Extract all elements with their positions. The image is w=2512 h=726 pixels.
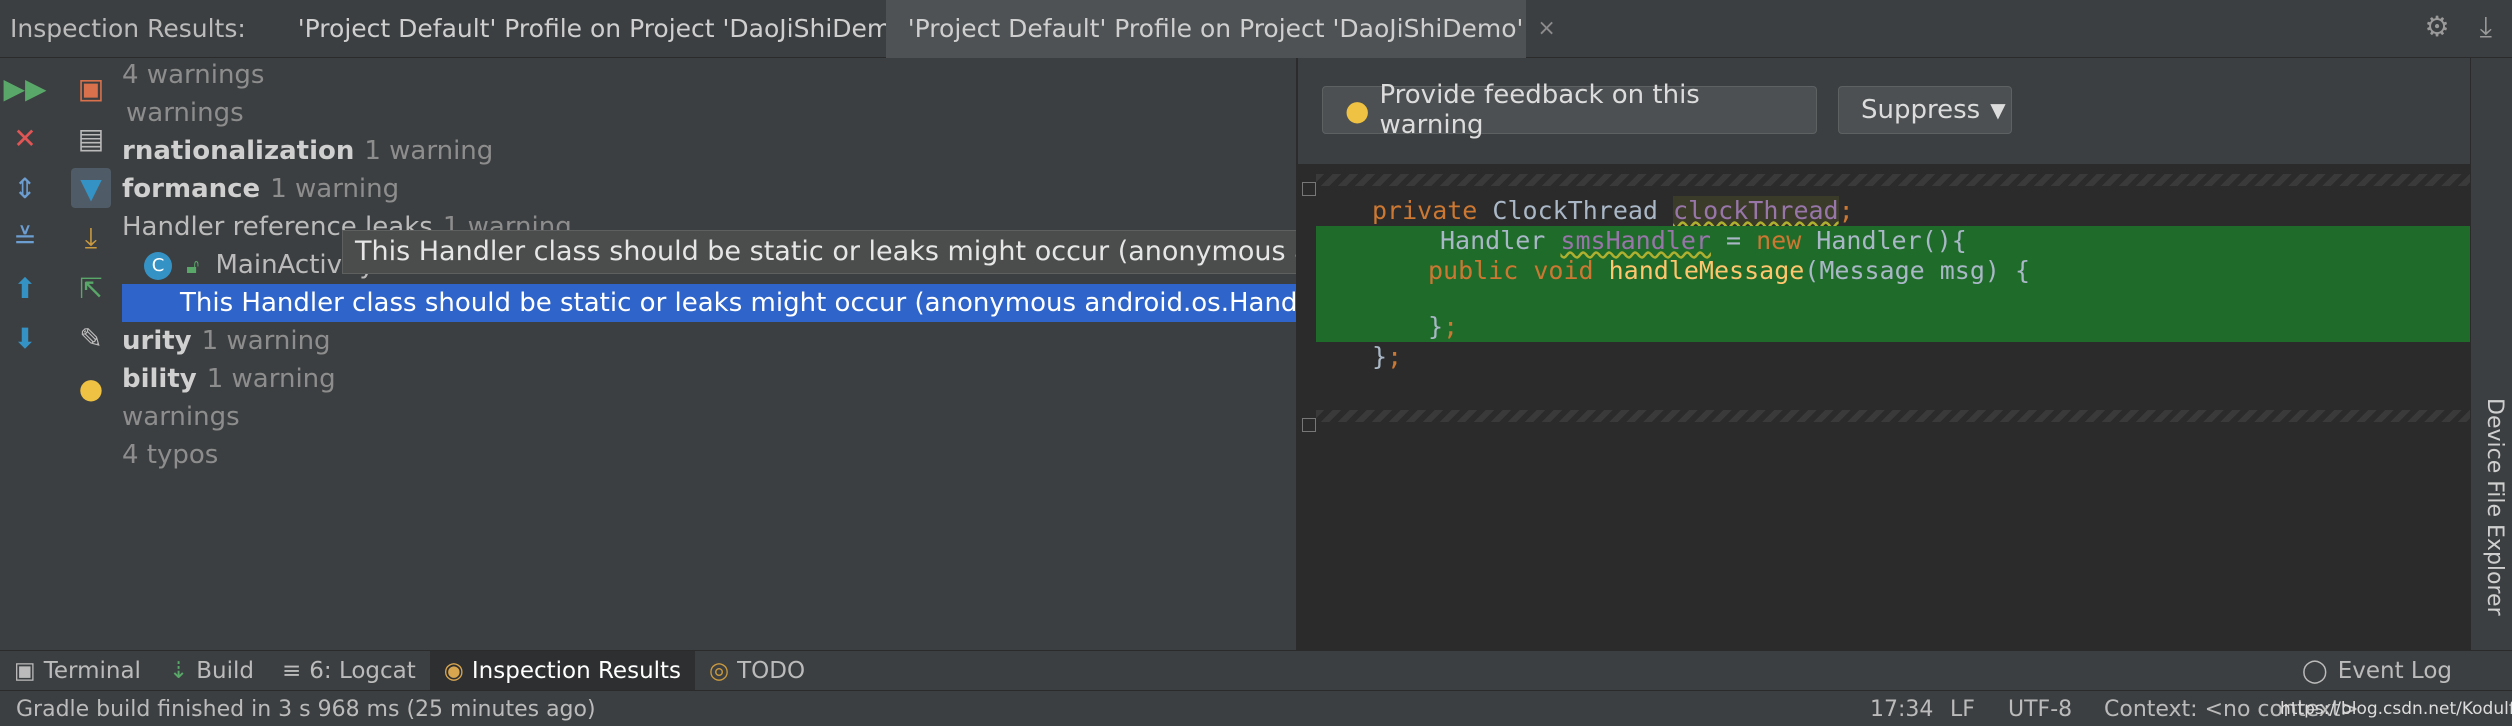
tool-window-bar: ▣ Terminal ⇣ Build ≡ 6: Logcat ◉ Inspection … <box>0 650 2512 691</box>
fold-marker-icon[interactable] <box>1302 418 1316 432</box>
inspection-options-toolbar: ▣ ▤ ▼ ⤓ ⇱ ✎ ● <box>66 58 116 650</box>
status-message[interactable]: Gradle build finished in 3 s 968 ms (25 … <box>16 697 596 722</box>
build-tab[interactable]: ⇣ Build <box>155 651 268 691</box>
inspection-toolbar: ▶▶ ✕ ⇕ ≚ ⬆ ⬇ <box>0 58 50 650</box>
logcat-tab[interactable]: ≡ 6: Logcat <box>268 651 430 691</box>
file-encoding[interactable]: UTF-8 <box>2008 697 2072 722</box>
collapse-all-icon[interactable]: ≚ <box>5 218 45 258</box>
watermark: https://blog.csdn.net/Kodulf_007 <box>2280 699 2512 719</box>
tree-row-typos[interactable]: 4 typos <box>122 436 218 474</box>
problem-actions: ● Provide feedback on this warning Suppr… <box>1298 58 2470 164</box>
jump-to-source-icon[interactable]: ⇱ <box>71 268 111 308</box>
lightbulb-icon: ● <box>1345 93 1370 127</box>
inspection-results-tab[interactable]: ◉ Inspection Results <box>429 650 696 691</box>
tree-row-usability[interactable]: bility 1 warning <box>122 360 336 398</box>
lock-icon: 🔓︎ <box>186 254 200 278</box>
feedback-button[interactable]: ● Provide feedback on this warning <box>1322 80 1817 140</box>
line-separator[interactable]: LF <box>1950 697 1975 722</box>
code-line-5: }; <box>1372 342 1403 371</box>
tree-row-mainactivity[interactable]: C 🔓︎ MainActivity <box>144 246 375 284</box>
tab-profile-2[interactable]: 'Project Default' Profile on Project 'Da… <box>885 0 1556 58</box>
tree-row-security[interactable]: urity 1 warning <box>122 322 331 360</box>
tab-label: 'Project Default' Profile on Project 'Da… <box>907 14 1524 43</box>
lightbulb-icon[interactable]: ● <box>71 368 111 408</box>
inspector-icon: ◉ <box>443 657 464 684</box>
tree-row-performance[interactable]: formance 1 warning <box>122 170 399 208</box>
caret-position[interactable]: 17:34 <box>1870 697 1933 722</box>
code-line-3: public void handleMessage(Message msg) { <box>1428 256 2031 285</box>
tabbar-actions: ⚙ ⤓ <box>2425 10 2493 44</box>
next-problem-icon[interactable]: ⬇ <box>5 318 45 358</box>
tree-row[interactable]: warnings <box>122 94 244 132</box>
fold-separator <box>1316 174 2470 186</box>
close-icon[interactable]: ✕ <box>5 118 45 158</box>
problem-details-panel: ● Provide feedback on this warning Suppr… <box>1298 58 2470 650</box>
code-line-4: }; <box>1428 312 1459 341</box>
right-tool-strip: Device File Explorer <box>2470 58 2512 650</box>
inspection-tree[interactable]: 4 warnings warnings rnationalization 1 wa… <box>122 58 1296 650</box>
gear-icon[interactable]: ⚙ <box>2425 10 2450 44</box>
code-preview[interactable]: private ClockThread clockThread; Handler… <box>1302 174 2470 432</box>
fold-marker-icon[interactable] <box>1302 182 1316 196</box>
todo-icon: ◎ <box>709 657 730 684</box>
previous-problem-icon[interactable]: ⬆ <box>5 268 45 308</box>
close-icon[interactable]: × <box>1537 16 1555 41</box>
tree-row-internationalization[interactable]: rnationalization 1 warning <box>122 132 493 170</box>
tab-profile-1[interactable]: 'Project Default' Profile on Project 'Da… <box>276 0 946 58</box>
code-line-2: Handler smsHandler = new Handler(){ <box>1440 226 1967 255</box>
group-by-directory-icon[interactable]: ▤ <box>71 118 111 158</box>
tree-row[interactable]: warnings <box>122 398 240 436</box>
settings-wrench-icon[interactable]: ✎ <box>71 318 111 358</box>
tab-label: 'Project Default' Profile on Project 'Da… <box>297 14 914 43</box>
todo-tab[interactable]: ◎ TODO <box>695 651 819 691</box>
terminal-tab[interactable]: ▣ Terminal <box>0 651 155 691</box>
class-icon: C <box>144 251 172 280</box>
export-icon[interactable]: ⤓ <box>71 218 111 258</box>
suppress-button[interactable]: Suppress ▼ <box>1838 86 2012 134</box>
fold-separator <box>1316 410 2470 422</box>
logcat-icon: ≡ <box>281 657 302 684</box>
tree-row-problem-selected[interactable]: This Handler class should be static or l… <box>122 284 1296 322</box>
status-bar: Gradle build finished in 3 s 968 ms (25 … <box>0 690 2512 726</box>
tool-window-tabbar: Inspection Results: 'Project Default' Pr… <box>0 0 2512 58</box>
event-log-tab[interactable]: ◯ Event Log <box>2302 651 2452 691</box>
terminal-icon: ▣ <box>14 657 36 684</box>
rerun-icon[interactable]: ▶▶ <box>3 68 46 108</box>
group-by-severity-icon[interactable]: ▣ <box>71 68 111 108</box>
filter-icon[interactable]: ▼ <box>71 168 111 208</box>
expand-all-icon[interactable]: ⇕ <box>5 168 45 208</box>
code-line-1: private ClockThread clockThread; <box>1372 196 1854 225</box>
chevron-down-icon: ▼ <box>1990 98 2006 122</box>
hide-panel-icon[interactable]: ⤓ <box>2480 10 2492 44</box>
tree-row[interactable]: 4 warnings <box>122 58 264 94</box>
build-icon: ⇣ <box>168 657 189 684</box>
tool-window-title: Inspection Results: <box>10 14 246 43</box>
event-log-icon: ◯ <box>2301 658 2328 684</box>
device-file-explorer-tab[interactable]: Device File Explorer <box>2482 398 2507 616</box>
